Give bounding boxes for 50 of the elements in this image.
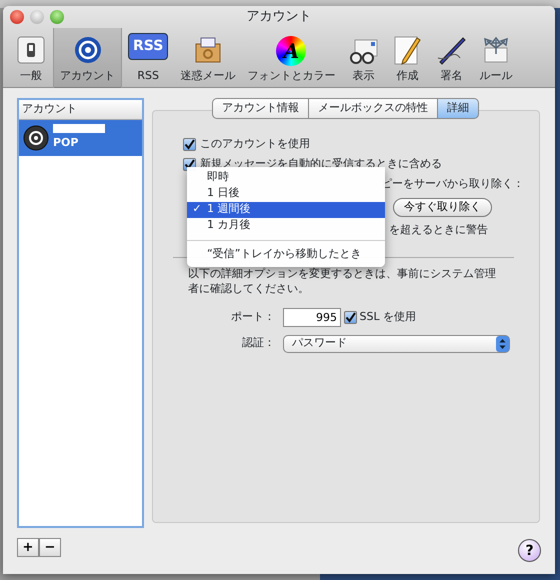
remove-now-button[interactable]: 今すぐ取り除く [393,198,492,217]
menu-item[interactable]: 1 カ月後 [187,218,385,234]
window-title: アカウント [246,8,312,26]
advisory-text: 以下の詳細オプションを変更するときは、事前にシステム管理者に確認してください。 [188,266,497,296]
menu-item[interactable]: ✓ 1 週間後 [187,202,385,218]
switch-icon [15,34,47,66]
toolbar-label: 一般 [20,68,42,84]
stepper-icon [496,336,509,352]
toolbar-item[interactable]: 一般 [9,28,53,88]
option-label: 新規メッセージを自動的に受信するときに含める [200,156,442,171]
ssl-checkbox[interactable] [344,310,357,324]
add-button[interactable]: + [17,538,39,557]
tab[interactable]: 詳細 [437,98,479,118]
port-label: ポート： [230,308,276,325]
port-field[interactable]: 995 [283,308,341,326]
tab[interactable]: メールボックスの特性 [308,98,438,118]
tab[interactable]: アカウント情報 [212,98,309,118]
ssl-label: SSL を使用 [360,308,416,325]
rss-badge: RSS [128,32,168,60]
toolbar-item[interactable]: 表示 [341,28,386,88]
close-button[interactable] [10,10,24,24]
toolbar-label: 作成 [396,68,418,84]
menu-item[interactable]: “受信”トレイから移動したとき [187,246,385,262]
auth-popup[interactable]: パスワード [283,334,510,352]
option-label: を超えるときに警告 [389,222,488,238]
list-header: アカウント [19,100,142,120]
remove-button[interactable]: − [39,538,61,557]
account-type: POP [53,135,80,152]
toolbar-label: ルール [479,68,512,84]
check-mark: ✓ [191,201,203,218]
account-row[interactable]: POP [19,120,142,156]
toolbar-label: 表示 [352,68,374,84]
toolbar-label: アカウント [60,68,115,84]
option-label: このアカウントを使用 [200,136,310,152]
toolbar-item[interactable]: 迷惑メール [174,28,242,88]
toolbar-item[interactable]: アカウント [53,28,122,88]
toolbar-item[interactable]: A フォントとカラー [241,28,342,88]
toolbar-item[interactable]: 作成 [385,28,430,88]
checkbox[interactable] [183,138,196,151]
toolbar-label: フォントとカラー [247,68,336,84]
toolbar-item[interactable]: ルール [473,28,518,88]
redaction-bar [53,124,105,132]
toolbar-label: 署名 [440,68,462,84]
toolbar-label: RSS [137,68,159,84]
auth-label: 認証： [241,335,276,352]
toolbar-item[interactable]: 署名 [429,28,474,88]
toolbar-label: 迷惑メール [180,68,236,84]
color-wheel-icon: A [276,36,306,66]
help-button[interactable]: ? [518,539,541,562]
toolbar-item[interactable]: RSS RSS [122,28,174,88]
